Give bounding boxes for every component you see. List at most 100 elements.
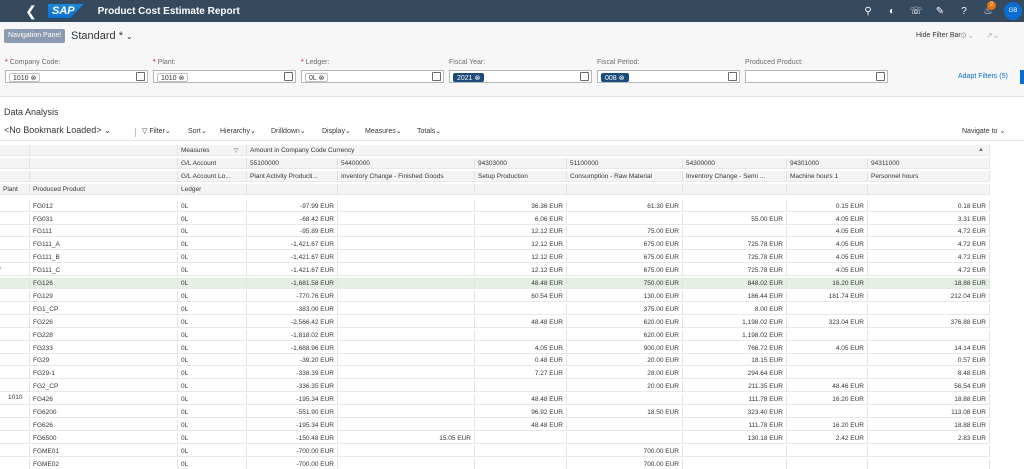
produced-product-cell[interactable]: FG626 (30, 419, 178, 431)
amount-cell[interactable]: 113.08 EUR (868, 407, 990, 418)
amount-cell[interactable]: 60.54 EUR (475, 290, 567, 302)
amount-cell[interactable]: 48.48 EUR (475, 419, 567, 431)
account-name-header[interactable]: Inventory Change - Semi ... (683, 170, 787, 182)
account-name-header[interactable]: Setup Production (475, 170, 567, 182)
back-icon[interactable]: ❮ (20, 0, 42, 22)
token[interactable]: 0L ⊗ (305, 73, 329, 82)
amount-cell[interactable]: -150.48 EUR (247, 432, 338, 444)
produced-product-header[interactable]: Produced Product (30, 183, 178, 195)
amount-cell[interactable]: -68.42 EUR (247, 213, 338, 225)
feedback-icon[interactable]: ✎ (928, 0, 952, 22)
amount-cell[interactable]: 111.78 EUR (683, 419, 787, 431)
amount-cell[interactable] (868, 445, 990, 457)
amount-cell[interactable]: 15.05 EUR (338, 432, 475, 444)
amount-cell[interactable]: -195.34 EUR (247, 394, 338, 406)
amount-cell[interactable] (787, 355, 868, 367)
amount-cell[interactable]: -770.76 EUR (247, 290, 338, 302)
amount-cell[interactable]: 3.31 EUR (868, 213, 990, 225)
amount-cell[interactable]: 700.00 EUR (567, 458, 683, 469)
token[interactable]: 1010 ⊗ (9, 73, 41, 82)
amount-cell[interactable] (338, 368, 475, 380)
amount-cell[interactable]: 4.72 EUR (868, 265, 990, 277)
amount-cell[interactable]: 4.05 EUR (787, 213, 868, 225)
amount-cell[interactable]: 725.78 EUR (683, 252, 787, 264)
amount-cell[interactable]: 36.36 EUR (475, 200, 567, 212)
amount-cell[interactable]: 323.40 EUR (683, 407, 787, 418)
amount-cell[interactable] (868, 303, 990, 315)
ledger-header[interactable]: Ledger (178, 183, 247, 195)
amount-cell[interactable]: 4.05 EUR (787, 342, 868, 354)
amount-cell[interactable]: -1,421.67 EUR (247, 239, 338, 251)
display-menu[interactable]: Display⌄ (322, 127, 351, 137)
account-number-header[interactable]: 51100000 (567, 157, 683, 169)
amount-cell[interactable]: 323.04 EUR (787, 316, 868, 328)
amount-cell[interactable] (475, 445, 567, 457)
amount-cell[interactable] (338, 278, 475, 289)
share-icon[interactable]: ↗⌄ (986, 31, 999, 40)
amount-cell[interactable]: 12.12 EUR (475, 239, 567, 251)
amount-cell[interactable]: 18.88 EUR (868, 278, 990, 289)
amount-cell[interactable]: 18.88 EUR (868, 419, 990, 431)
amount-cell[interactable] (338, 213, 475, 225)
amount-cell[interactable]: 186.44 EUR (683, 290, 787, 302)
settings-icon[interactable]: ⚙⌄ (960, 31, 974, 40)
amount-cell[interactable]: 2.83 EUR (868, 432, 990, 444)
amount-cell[interactable] (787, 407, 868, 418)
amount-cell[interactable] (567, 419, 683, 431)
produced-product-cell[interactable]: FG111_B (30, 252, 178, 264)
account-name-header[interactable]: Plant Activity Producti... (247, 170, 338, 182)
amount-cell[interactable]: 675.00 EUR (567, 252, 683, 264)
amount-cell[interactable]: -1,681.58 EUR (247, 278, 338, 289)
amount-cell[interactable]: 620.00 EUR (567, 316, 683, 328)
avatar[interactable]: GB (1004, 2, 1022, 20)
amount-cell[interactable]: 16.20 EUR (787, 278, 868, 289)
amount-cell[interactable] (683, 200, 787, 212)
amount-cell[interactable]: 18.88 EUR (868, 394, 990, 406)
produced-product-cell[interactable]: FG226 (30, 316, 178, 328)
amount-cell[interactable]: 12.12 EUR (475, 265, 567, 277)
hierarchy-menu[interactable]: Hierarchy⌄ (220, 127, 256, 137)
amount-cell[interactable] (338, 419, 475, 431)
amount-cell[interactable] (338, 200, 475, 212)
amount-cell[interactable] (338, 316, 475, 328)
amount-cell[interactable] (338, 290, 475, 302)
amount-cell[interactable]: 212.04 EUR (868, 290, 990, 302)
produced-product-cell[interactable]: FG233 (30, 342, 178, 354)
amount-cell[interactable]: 900.00 EUR (567, 342, 683, 354)
amount-cell[interactable]: 700.00 EUR (567, 445, 683, 457)
amount-cell[interactable] (338, 265, 475, 277)
amount-cell[interactable]: 6.06 EUR (475, 213, 567, 225)
amount-cell[interactable]: 675.00 EUR (567, 239, 683, 251)
amount-cell[interactable]: 18.15 EUR (683, 355, 787, 367)
sap-logo[interactable]: SAP (48, 4, 84, 18)
amount-cell[interactable]: 16.20 EUR (787, 394, 868, 406)
account-number-header[interactable]: 55100000 (247, 157, 338, 169)
amount-cell[interactable]: 1,198.02 EUR (683, 316, 787, 328)
amount-cell[interactable] (338, 445, 475, 457)
navigation-panel-button[interactable]: Navigation Panel (4, 29, 65, 43)
amount-cell[interactable] (338, 394, 475, 406)
amount-cell[interactable] (338, 226, 475, 238)
value-help-icon[interactable] (136, 72, 145, 81)
amount-cell[interactable]: -700.00 EUR (247, 445, 338, 457)
amount-cell[interactable]: 7.27 EUR (475, 368, 567, 380)
amount-cell[interactable]: -551.90 EUR (247, 407, 338, 418)
amount-cell[interactable] (338, 381, 475, 393)
produced-product-cell[interactable]: FGME01 (30, 445, 178, 457)
account-name-header[interactable]: Machine hours 1 (787, 170, 868, 182)
amount-cell[interactable]: 4.05 EUR (787, 226, 868, 238)
amount-cell[interactable]: -2,566.42 EUR (247, 316, 338, 328)
amount-cell[interactable]: -336.35 EUR (247, 381, 338, 393)
amount-cell[interactable] (338, 407, 475, 418)
amount-cell[interactable]: -97.99 EUR (247, 200, 338, 212)
ledger-input[interactable]: 0L ⊗ (301, 70, 444, 83)
amount-cell[interactable]: 725.78 EUR (683, 265, 787, 277)
amount-cell[interactable]: 130.18 EUR (683, 432, 787, 444)
amount-cell[interactable]: 111.78 EUR (683, 394, 787, 406)
amount-cell[interactable] (338, 355, 475, 367)
value-help-icon[interactable] (432, 72, 441, 81)
variant-selector[interactable]: Standard * ⌄ (71, 29, 133, 44)
amount-cell[interactable] (338, 458, 475, 469)
value-help-icon[interactable] (876, 72, 885, 81)
token[interactable]: 1010 ⊗ (157, 73, 189, 82)
